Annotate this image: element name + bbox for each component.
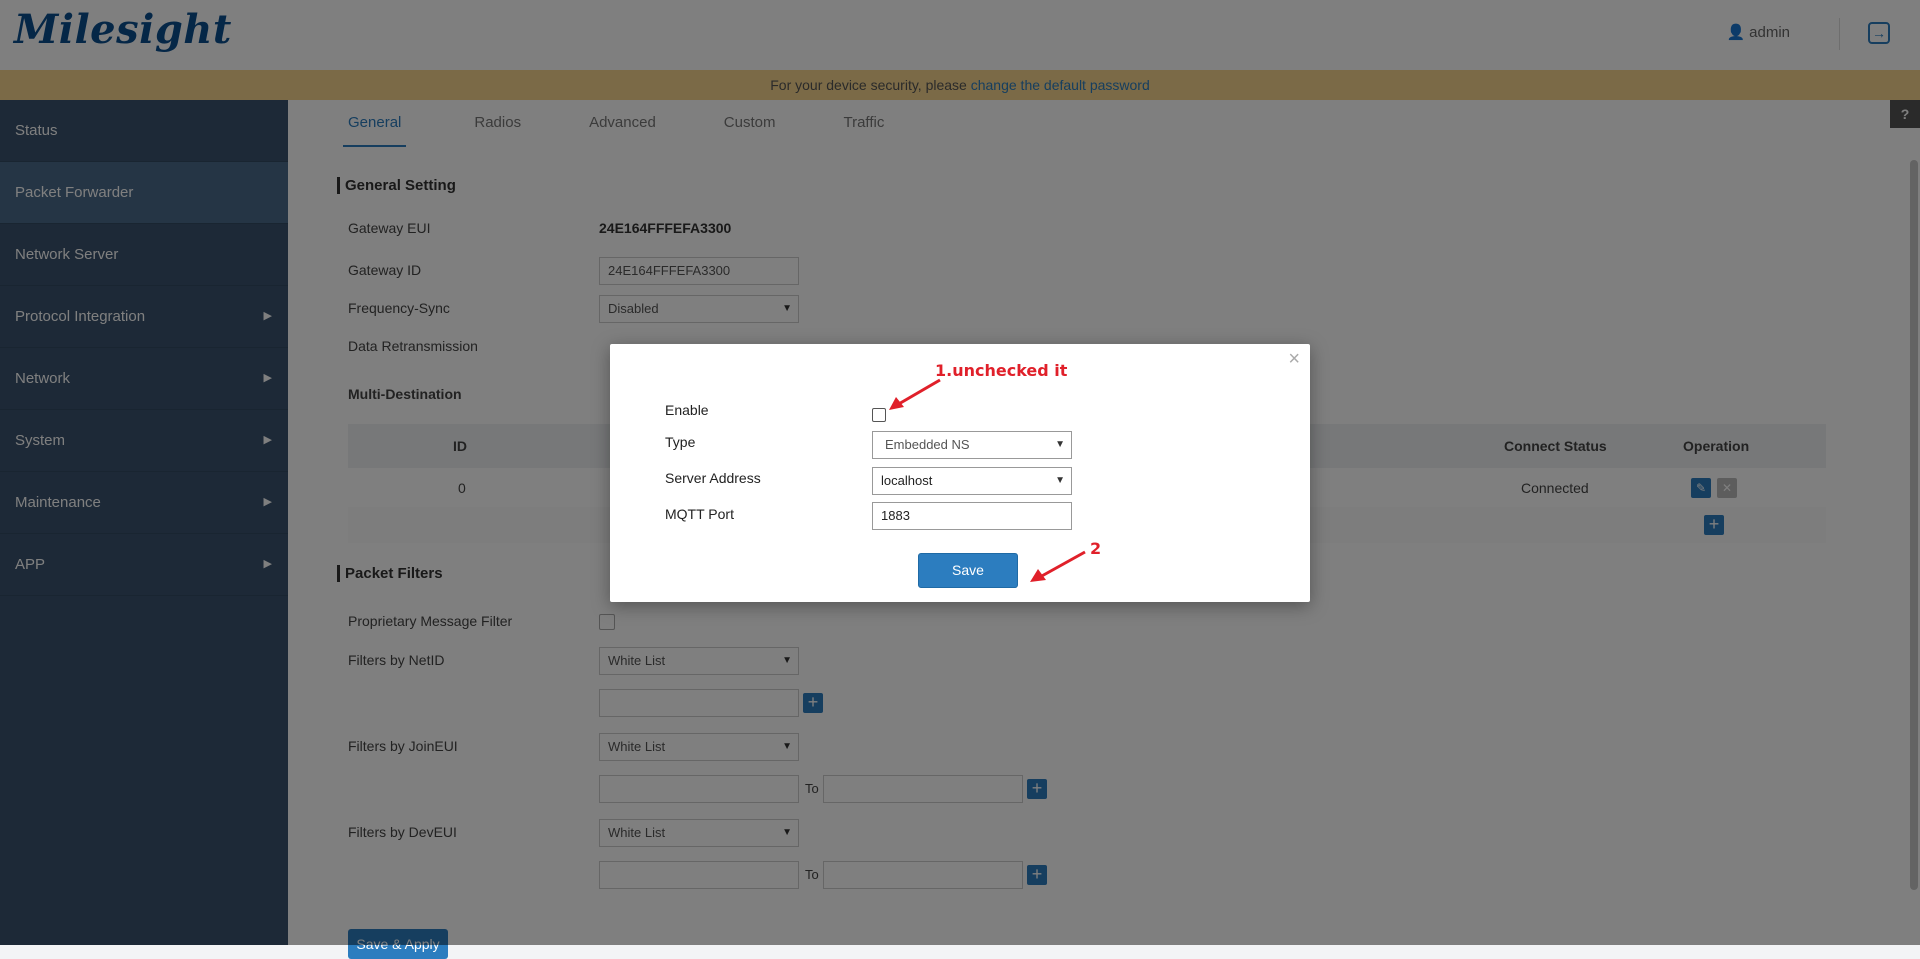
annotation-step2: 2: [1090, 539, 1102, 558]
annotation-step1: 1.unchecked it: [935, 361, 1068, 380]
type-select[interactable]: Embedded NS ▼: [872, 431, 1072, 459]
mqtt-port-label: MQTT Port: [665, 506, 734, 522]
close-icon[interactable]: ×: [1288, 348, 1300, 371]
server-address-select[interactable]: localhost ▼: [872, 467, 1072, 495]
destination-edit-dialog: × Enable Type Embedded NS ▼ Server Addres…: [610, 344, 1310, 602]
server-address-label: Server Address: [665, 470, 761, 486]
chevron-down-icon: ▼: [1055, 475, 1065, 486]
enable-checkbox[interactable]: [872, 408, 886, 422]
chevron-down-icon: ▼: [1055, 439, 1065, 450]
type-label: Type: [665, 434, 696, 450]
mqtt-port-input[interactable]: 1883: [872, 502, 1072, 530]
annotation-arrow-2: [1030, 550, 1086, 582]
enable-label: Enable: [665, 402, 709, 418]
save-button[interactable]: Save: [918, 553, 1018, 588]
annotation-arrow-1: [889, 378, 941, 410]
